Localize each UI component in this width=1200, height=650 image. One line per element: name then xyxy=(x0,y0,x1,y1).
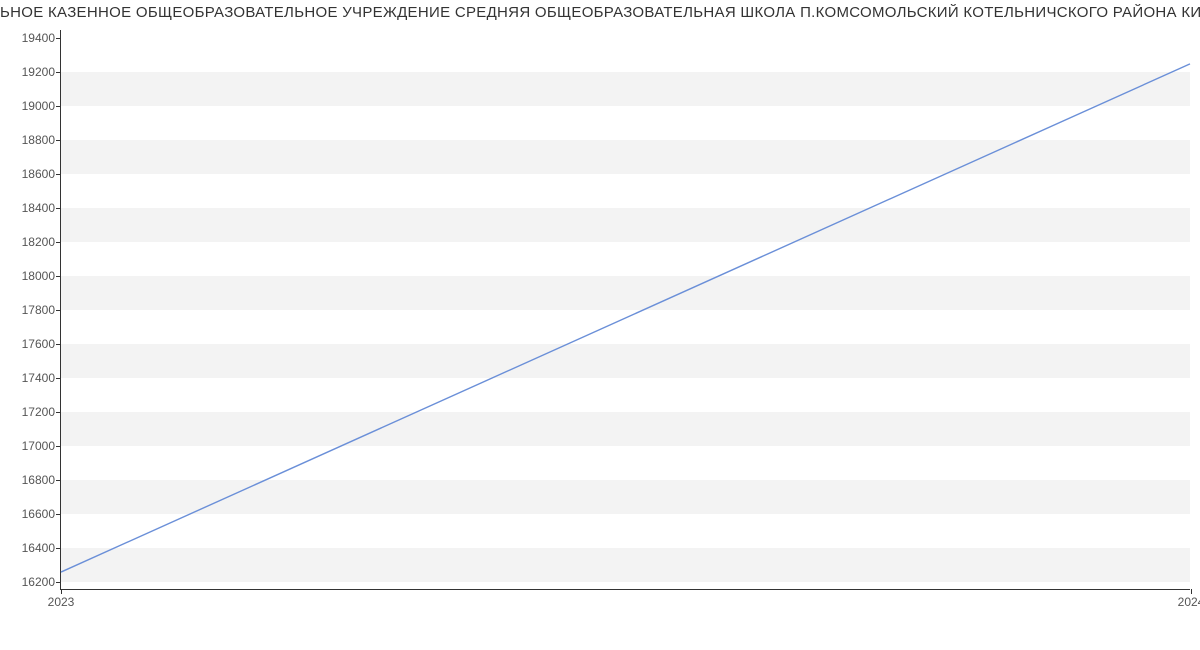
y-tick-label: 17400 xyxy=(22,371,55,385)
y-tick-mark xyxy=(56,174,61,175)
y-tick-mark xyxy=(56,276,61,277)
y-tick-label: 18000 xyxy=(22,269,55,283)
y-tick-mark xyxy=(56,106,61,107)
line-series xyxy=(61,30,1190,589)
y-tick-mark xyxy=(56,446,61,447)
series-line xyxy=(61,64,1190,572)
y-tick-mark xyxy=(56,480,61,481)
y-tick-label: 17800 xyxy=(22,303,55,317)
y-tick-label: 19200 xyxy=(22,65,55,79)
y-tick-mark xyxy=(56,378,61,379)
x-tick-mark xyxy=(1191,589,1192,594)
y-tick-label: 16400 xyxy=(22,541,55,555)
plot-area: 1620016400166001680017000172001740017600… xyxy=(60,30,1190,590)
y-tick-mark xyxy=(56,242,61,243)
chart-title: ЬНОЕ КАЗЕННОЕ ОБЩЕОБРАЗОВАТЕЛЬНОЕ УЧРЕЖД… xyxy=(0,4,1200,21)
y-tick-mark xyxy=(56,310,61,311)
y-tick-label: 16200 xyxy=(22,575,55,589)
y-tick-mark xyxy=(56,72,61,73)
y-tick-label: 18400 xyxy=(22,201,55,215)
y-tick-mark xyxy=(56,344,61,345)
y-tick-mark xyxy=(56,582,61,583)
y-tick-mark xyxy=(56,412,61,413)
y-tick-label: 17200 xyxy=(22,405,55,419)
y-tick-label: 18800 xyxy=(22,133,55,147)
y-tick-mark xyxy=(56,514,61,515)
y-tick-label: 16800 xyxy=(22,473,55,487)
y-tick-label: 18200 xyxy=(22,235,55,249)
x-tick-mark xyxy=(61,589,62,594)
y-tick-label: 17000 xyxy=(22,439,55,453)
y-tick-label: 17600 xyxy=(22,337,55,351)
x-tick-label: 2024 xyxy=(1178,595,1200,609)
y-tick-mark xyxy=(56,208,61,209)
y-tick-mark xyxy=(56,38,61,39)
y-tick-label: 16600 xyxy=(22,507,55,521)
y-tick-label: 19000 xyxy=(22,99,55,113)
y-tick-mark xyxy=(56,140,61,141)
x-tick-label: 2023 xyxy=(48,595,75,609)
y-tick-label: 19400 xyxy=(22,31,55,45)
y-tick-label: 18600 xyxy=(22,167,55,181)
chart-container: ЬНОЕ КАЗЕННОЕ ОБЩЕОБРАЗОВАТЕЛЬНОЕ УЧРЕЖД… xyxy=(0,0,1200,650)
y-tick-mark xyxy=(56,548,61,549)
